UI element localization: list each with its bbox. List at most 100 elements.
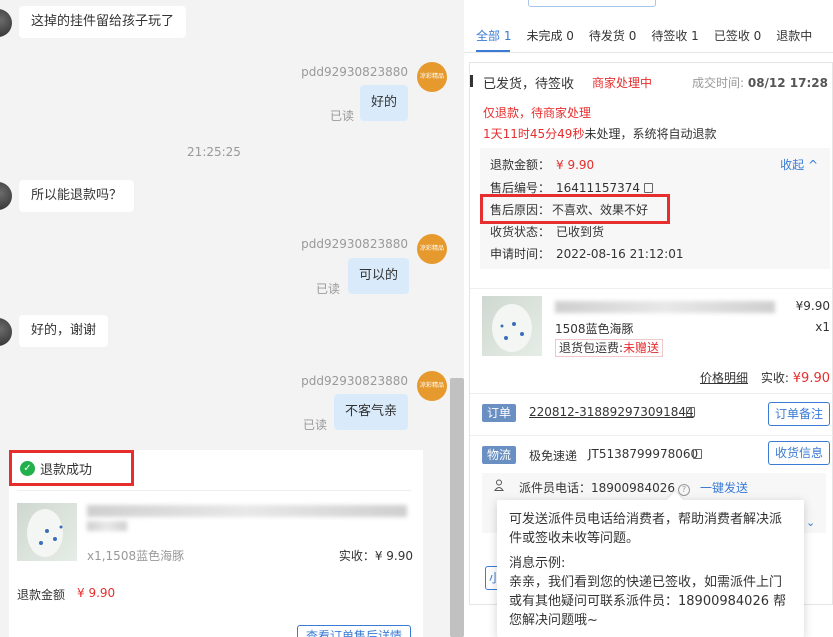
courier-phone: 派件员电话：18900984026? (519, 479, 690, 496)
chat-message-customer: 所以能退款吗？ (19, 180, 135, 212)
receive-status-value: 已收到货 (556, 225, 605, 239)
deal-time-label: 成交时间: (691, 76, 745, 90)
blurred-product-title (87, 505, 407, 517)
paid-amount: 实收：¥ 9.90 (338, 549, 413, 563)
read-status: 已读 (330, 109, 355, 123)
aftersale-no-value: 16411157374 (556, 181, 640, 195)
customer-avatar[interactable] (0, 182, 12, 210)
receive-status-label: 收货状态： (490, 225, 551, 239)
courier-phone-text: 派件员电话：18900984026 (519, 481, 675, 495)
order-number[interactable]: 220812-318892973091844 (529, 405, 694, 419)
apply-time-label: 申请时间： (490, 247, 551, 261)
paid-total-value: ¥9.90 (792, 371, 830, 386)
tab-signed[interactable]: 已签收 0 (714, 27, 761, 44)
help-icon[interactable]: ? (677, 484, 690, 496)
return-shipping-badge: 退货包运费:未赠送 (555, 339, 664, 357)
search-box-edge[interactable] (528, 0, 656, 7)
refund-amount-value: ¥ 9.90 (556, 158, 595, 172)
divider (17, 490, 411, 491)
refund-type: 仅退款，待商家处理 (483, 106, 592, 120)
read-status: 已读 (316, 282, 341, 296)
auto-refund-notice: 1天11时45分49秒未处理，系统将自动退款 (483, 125, 716, 142)
copy-icon[interactable] (644, 183, 653, 193)
order-note-button[interactable]: 订单备注 (768, 402, 830, 426)
seller-avatar: 凉彩精品 (417, 234, 447, 264)
refund-amount-value: ¥ 9.90 (77, 586, 116, 600)
product-thumbnail[interactable] (482, 296, 542, 356)
tracking-number[interactable]: JT5138799978060 (588, 447, 698, 461)
paid-total-label: 实收: (760, 371, 789, 385)
tab-refunding[interactable]: 退款中 (776, 27, 812, 44)
seller-avatar: 凉彩精品 (417, 371, 447, 401)
aftersale-no-label: 售后编号： (490, 181, 551, 195)
chat-panel: 这掉的挂件留给孩子玩了 pdd92930823880 凉彩精品 好的 已读 21… (0, 0, 464, 637)
refund-amount-row: 退款金额： ¥ 9.90 (490, 156, 594, 173)
price-breakdown-link[interactable]: 价格明细 (700, 369, 748, 386)
status-marker (470, 75, 473, 87)
copy-icon[interactable] (686, 407, 695, 417)
receive-status-row: 收货状态： 已收到货 (490, 223, 604, 240)
customer-avatar[interactable] (0, 9, 12, 37)
chat-scrollbar[interactable] (450, 378, 464, 637)
tooltip-description: 可发送派件员电话给消费者，帮助消费者解决派件或签收未收等问题。 (509, 512, 783, 546)
seller-username: pdd92930823880 (301, 65, 408, 79)
return-shipping-label: 退货包运费: (559, 341, 624, 355)
chat-message-seller: 好的 (360, 85, 409, 121)
logistics-tag: 物流 (482, 446, 517, 464)
tab-all[interactable]: 全部 1 (476, 27, 511, 44)
seller-username: pdd92930823880 (301, 374, 408, 388)
return-shipping-value: 未赠送 (623, 341, 660, 355)
chat-message-customer: 这掉的挂件留给孩子玩了 (19, 6, 187, 38)
product-price: ¥9.90 (795, 299, 830, 313)
tooltip-example-label: 消息示例: (509, 556, 566, 571)
blurred-product-title (555, 301, 775, 313)
deal-time-value: 08/12 17:28 (747, 76, 828, 90)
tab-to-sign[interactable]: 待签收 1 (651, 27, 698, 44)
view-aftersale-button[interactable]: 查看订单售后详情 (297, 625, 411, 637)
chat-message-seller: 不客气亲 (334, 394, 409, 430)
courier-company: 极免速递 (529, 449, 578, 463)
product-spec: 1508蓝色海豚 (555, 322, 634, 336)
customer-avatar[interactable] (0, 318, 12, 346)
refund-success-title: 退款成功 (40, 462, 93, 478)
apply-time-row: 申请时间： 2022-08-16 21:12:01 (490, 245, 683, 262)
copy-icon[interactable] (693, 449, 702, 459)
chat-message-customer: 好的，谢谢 (19, 315, 109, 347)
highlight-box (480, 194, 670, 224)
apply-time-value: 2022-08-16 21:12:01 (556, 247, 684, 261)
read-status: 已读 (303, 418, 328, 432)
product-quantity: x1 (815, 320, 830, 334)
order-section: 订单 220812-318892973091844 订单备注 (470, 393, 833, 433)
seller-avatar: 凉彩精品 (417, 62, 447, 92)
auto-refund-text: 未处理，系统将自动退款 (584, 127, 717, 141)
divider (464, 52, 833, 53)
order-status: 已发货，待签收 (483, 77, 575, 92)
chat-message-seller: 可以的 (348, 258, 410, 294)
product-spec: x1,1508蓝色海豚 (87, 549, 185, 563)
blurred-product-title (87, 521, 127, 531)
deal-time: 成交时间: 08/12 17:28 (692, 74, 828, 91)
seller-username: pdd92930823880 (301, 237, 408, 251)
one-click-send-link[interactable]: 一键发送 (700, 479, 748, 496)
tab-to-ship[interactable]: 待发货 0 (589, 27, 636, 44)
receive-info-button[interactable]: 收货信息 (768, 441, 830, 465)
collapse-toggle[interactable]: 收起 ^ (780, 156, 818, 173)
person-icon (494, 479, 504, 491)
merchant-status: 商家处理中 (592, 76, 653, 90)
refund-amount-label: 退款金额： (490, 158, 551, 172)
tab-unfinished[interactable]: 未完成 0 (526, 27, 573, 44)
tooltip-example: 亲亲，我们看到您的快递已签收，如需派件上门或有其他疑问可联系派件员：189009… (509, 575, 787, 628)
countdown: 1天11时45分49秒 (483, 127, 585, 141)
paid-total: 实收: ¥9.90 (761, 369, 830, 386)
order-tabs: 全部 1 未完成 0 待发货 0 待签收 1 已签收 0 退款中 (476, 27, 812, 44)
order-tag: 订单 (482, 404, 517, 422)
courier-phone-tooltip: 可发送派件员电话给消费者，帮助消费者解决派件或签收未收等问题。 消息示例: 亲亲… (497, 491, 804, 637)
chevron-down-icon[interactable]: ⌄ (806, 516, 815, 529)
product-row: ¥9.90 1508蓝色海豚 x1 退货包运费:未赠送 价格明细 实收: ¥9.… (470, 288, 833, 386)
product-thumbnail[interactable] (17, 503, 77, 561)
check-circle-icon: ✓ (20, 460, 35, 476)
refund-success-card: ✓ 退款成功 x1,1508蓝色海豚 实收：¥ 9.90 退款金额 ¥ 9.90… (9, 450, 423, 637)
refund-amount-label: 退款金额 (17, 588, 66, 602)
refund-success-header: ✓ 退款成功 (9, 450, 134, 486)
chat-timestamp: 21:25:25 (187, 145, 241, 159)
